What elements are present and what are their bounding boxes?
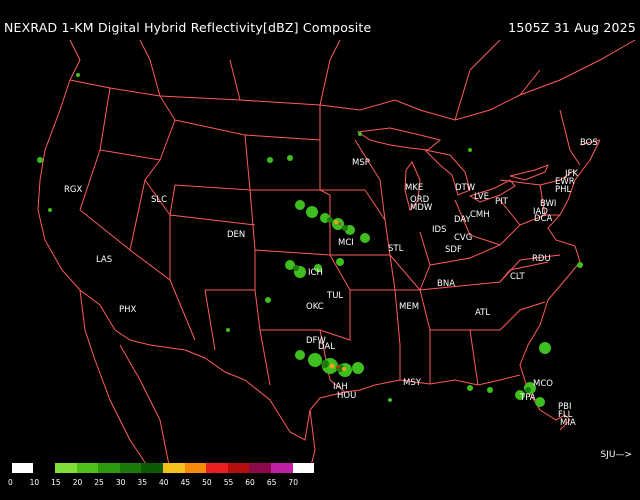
station-label: RDU xyxy=(532,254,551,264)
map-canvas: BOS JFK EWR PHL BWI IAD DCA MSP MKE DTW … xyxy=(37,39,636,471)
great-lakes xyxy=(356,127,549,212)
station-label: CMH xyxy=(470,210,490,220)
color-swatch xyxy=(141,463,164,473)
color-swatch xyxy=(227,463,250,473)
station-label: CVG xyxy=(454,233,472,243)
color-swatch xyxy=(292,463,315,473)
color-swatch xyxy=(98,463,120,473)
color-swatch xyxy=(184,463,207,473)
color-swatch xyxy=(249,463,271,473)
station-label: LAS xyxy=(96,255,112,265)
station-label: IDS xyxy=(432,225,446,235)
station-label: OKC xyxy=(306,302,324,312)
station-label: MEM xyxy=(399,302,419,312)
station-labels: BOS JFK EWR PHL BWI IAD DCA MSP MKE DTW … xyxy=(64,138,598,428)
station-label: MKE xyxy=(405,183,423,193)
station-label: RGX xyxy=(64,185,82,195)
color-swatch xyxy=(119,463,142,473)
station-label: PHX xyxy=(119,305,137,315)
scale-tick-label: 15 xyxy=(51,478,61,487)
scale-tick-label: 25 xyxy=(94,478,104,487)
scale-tick-label: 20 xyxy=(72,478,83,487)
station-label: MSP xyxy=(352,158,370,168)
scale-tick-label: 40 xyxy=(159,478,169,487)
station-label: DAY xyxy=(454,215,472,225)
color-swatch xyxy=(76,463,99,473)
scale-tick-label: 10 xyxy=(29,478,40,487)
scale-tick-label: 65 xyxy=(266,478,277,487)
scale-tick-label: 35 xyxy=(137,478,147,487)
station-label: TUL xyxy=(326,291,343,301)
station-label: HOU xyxy=(337,391,356,401)
echo-light xyxy=(37,73,583,407)
station-label: ICH xyxy=(308,268,323,278)
scale-tick-label: 0 xyxy=(8,478,13,487)
reflectivity-echoes xyxy=(37,73,583,407)
station-label: BOS xyxy=(580,138,598,148)
color-swatch xyxy=(55,463,77,473)
color-swatch xyxy=(206,463,228,473)
station-label: DAL xyxy=(318,342,335,352)
station-label: MIA xyxy=(560,418,576,428)
station-label: MCI xyxy=(338,238,354,248)
station-label: DTW xyxy=(455,183,476,193)
station-label: TPA xyxy=(519,393,536,403)
station-label: CLT xyxy=(510,272,526,282)
scale-tick-label: 45 xyxy=(180,478,191,487)
station-label: ATL xyxy=(475,308,490,318)
color-swatch xyxy=(270,463,293,473)
sju-pointer: SJU—> xyxy=(600,450,633,460)
scale-tick-label: 70 xyxy=(288,478,298,487)
color-swatch xyxy=(12,463,34,473)
station-label: DEN xyxy=(227,230,245,240)
scale-tick-label: 30 xyxy=(115,478,126,487)
color-scale-ticks: 0 10 15 20 25 30 35 40 45 50 55 60 65 70 xyxy=(0,478,330,490)
station-label: PIT xyxy=(495,197,509,207)
station-label: DCA xyxy=(534,214,552,224)
color-swatch xyxy=(163,463,185,473)
station-label: LVE xyxy=(474,192,489,202)
station-label: MSY xyxy=(403,378,422,388)
color-scale xyxy=(12,462,315,474)
station-label: SLC xyxy=(151,195,167,205)
scale-tick-label: 55 xyxy=(223,478,234,487)
radar-composite-map: NEXRAD 1-KM Digital Hybrid Reflectivity[… xyxy=(0,0,640,500)
station-label: BNA xyxy=(437,279,455,289)
station-label: PHL xyxy=(555,185,572,195)
station-label: STL xyxy=(388,244,404,254)
scale-tick-label: 50 xyxy=(202,478,212,487)
scale-tick-label: 60 xyxy=(245,478,255,487)
color-swatch xyxy=(32,462,57,474)
station-label: MDW xyxy=(410,203,433,213)
station-label: SDF xyxy=(445,245,462,255)
station-label: MCO xyxy=(533,379,553,389)
